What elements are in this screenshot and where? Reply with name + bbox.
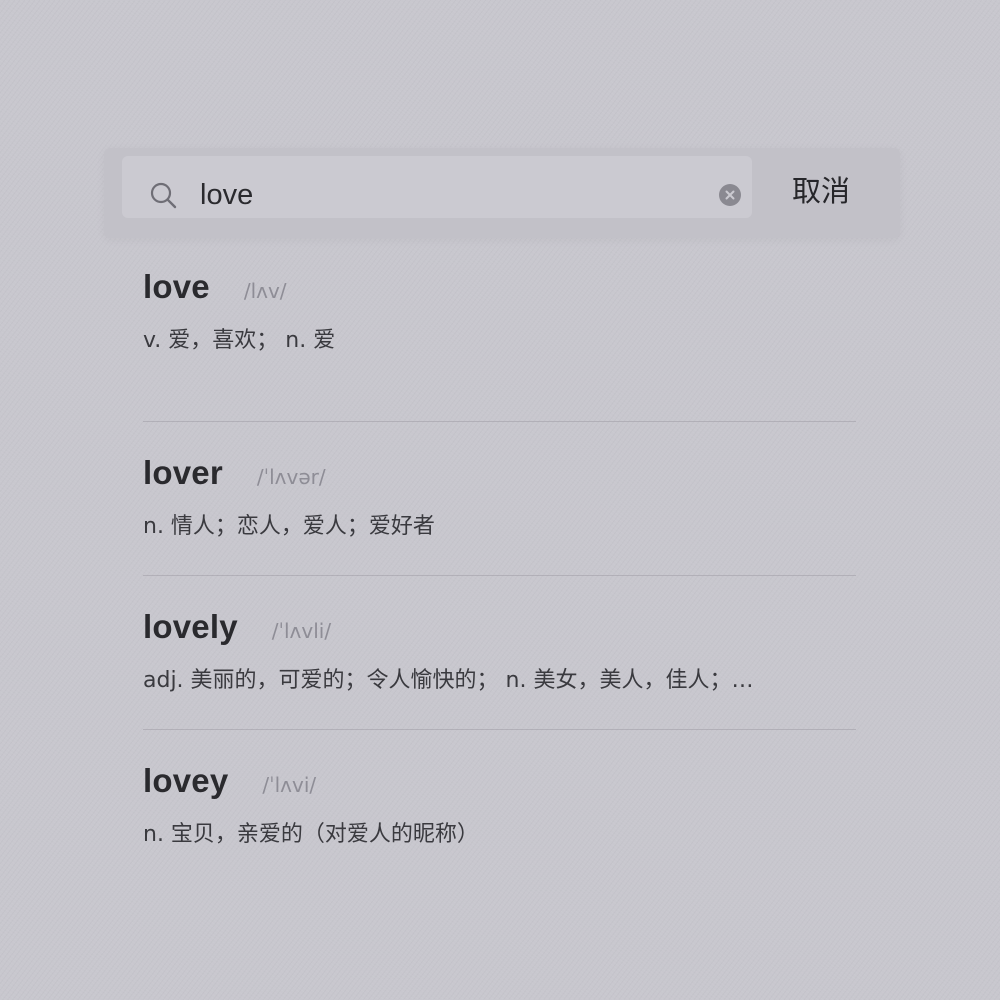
phonetic: /ˈlʌvər/ xyxy=(256,465,326,489)
definition: adj. 美丽的，可爱的；令人愉快的； n. 美女，美人，佳人；… xyxy=(143,668,754,693)
list-item[interactable]: love /lʌv/ v. 爱，喜欢； n. 爱 xyxy=(143,268,856,421)
word-line: love /lʌv/ xyxy=(143,268,856,314)
phonetic: /ˈlʌvi/ xyxy=(262,773,317,797)
word: lover xyxy=(143,454,223,491)
search-icon xyxy=(150,182,177,209)
list-item[interactable]: lovey /ˈlʌvi/ n. 宝贝，亲爱的（对爱人的昵称） xyxy=(143,729,856,883)
word: love xyxy=(143,268,210,305)
cancel-button[interactable]: 取消 xyxy=(792,168,850,210)
results-list: love /lʌv/ v. 爱，喜欢； n. 爱 lover /ˈlʌvər/ … xyxy=(143,268,856,883)
definition: n. 情人；恋人，爱人；爱好者 xyxy=(143,514,435,539)
search-field[interactable] xyxy=(122,156,752,218)
search-input[interactable] xyxy=(200,174,680,216)
word: lovely xyxy=(143,608,238,645)
list-item[interactable]: lover /ˈlʌvər/ n. 情人；恋人，爱人；爱好者 xyxy=(143,421,856,575)
word-line: lovely /ˈlʌvli/ xyxy=(143,576,856,654)
list-item[interactable]: lovely /ˈlʌvli/ adj. 美丽的，可爱的；令人愉快的； n. 美… xyxy=(143,575,856,729)
word-line: lover /ˈlʌvər/ xyxy=(143,422,856,500)
search-bar: 取消 xyxy=(104,148,900,238)
word: lovey xyxy=(143,762,229,799)
phonetic: /lʌv/ xyxy=(243,279,287,303)
definition: v. 爱，喜欢； n. 爱 xyxy=(143,328,336,353)
definition: n. 宝贝，亲爱的（对爱人的昵称） xyxy=(143,822,479,847)
word-line: lovey /ˈlʌvi/ xyxy=(143,730,856,808)
clear-icon[interactable] xyxy=(719,184,741,206)
phonetic: /ˈlʌvli/ xyxy=(271,619,332,643)
